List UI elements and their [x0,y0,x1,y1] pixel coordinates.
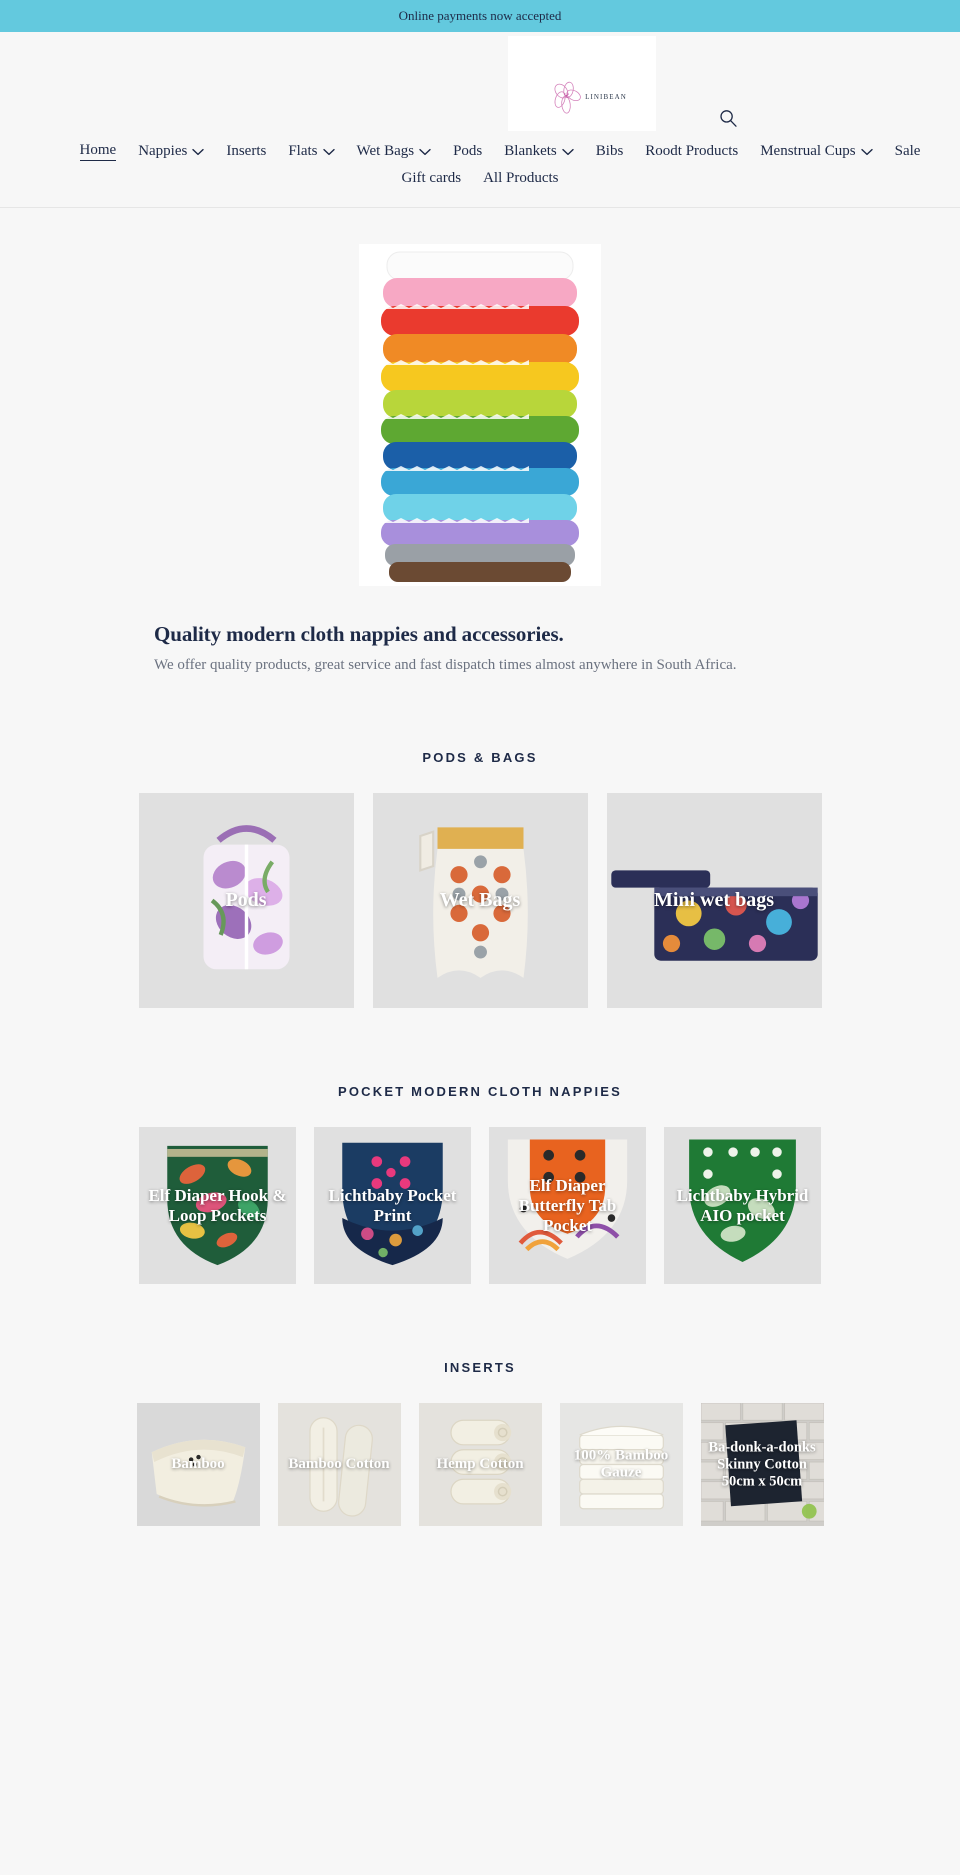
announcement-bar: Online payments now accepted [0,0,960,32]
collection-card-row: Elf Diaper Hook & Loop Pockets Lichtbaby… [0,1127,960,1284]
collection-card-label: Elf Diaper Hook & Loop Pockets [148,1185,287,1225]
nav-item-label: Bibs [595,143,624,159]
page-bottom-spacer [0,1526,960,1556]
collection-section: POCKET MODERN CLOTH NAPPIES Elf Diaper H… [0,1008,960,1284]
nav-item-all-products[interactable]: All Products [472,168,569,189]
nav-item-flats[interactable]: Flats [277,141,345,162]
nav-item-label: Flats [288,143,318,159]
nav-item-label: Inserts [226,143,267,159]
logo-wordmark: LINIBEAN [585,93,627,101]
collection-sections: PODS & BAGS Pods Wet Bags Mini wet bags … [0,674,960,1526]
chevron-down-icon [419,148,431,155]
collection-card-label: Ba-donk-a-donks Skinny Cotton 50cm x 50c… [708,1438,816,1490]
collection-card[interactable]: Bamboo Cotton [277,1403,401,1526]
nav-item-label: Menstrual Cups [760,143,856,159]
chevron-down-icon [562,148,574,155]
nav-item-pods[interactable]: Pods [442,141,493,162]
chevron-down-icon [192,148,205,155]
nav-row-secondary: Gift cards All Products [0,168,960,189]
search-button[interactable] [718,108,738,128]
chevron-down-icon [322,148,335,155]
collection-section: PODS & BAGS Pods Wet Bags Mini wet bags [0,674,960,1008]
section-title: INSERTS [444,1360,516,1375]
nav-item-label: Blankets [504,143,557,159]
collection-card-label: Elf Diaper Butterfly Tab Pocket [518,1175,617,1235]
nav-item-wet-bags[interactable]: Wet Bags [346,141,443,162]
chevron-down-icon [860,148,873,155]
collection-card-row: Bamboo Bamboo Cotton Hemp Cotton 100% Ba… [0,1403,960,1526]
nav-item-label: Pods [453,143,483,159]
collection-card[interactable]: Elf Diaper Butterfly Tab Pocket [489,1127,646,1284]
main-navigation: Home Nappies Inserts Flats Wet Bags Pods Blank… [0,140,960,208]
nav-dropdown-toggle[interactable] [322,148,335,156]
collection-card-label: Bamboo [171,1455,225,1472]
nav-dropdown-toggle[interactable] [562,148,574,156]
nav-item-label: Home [79,142,117,161]
nav-item-label: Sale [894,143,921,159]
site-header: LINIBEAN [0,32,960,140]
nav-item-roodt-products[interactable]: Roodt Products [634,141,749,162]
collection-card-label: Bamboo Cotton [288,1455,390,1472]
nav-dropdown-toggle[interactable] [860,148,873,156]
nav-item-sale[interactable]: Sale [884,141,932,162]
nav-item-label: All Products [483,170,559,186]
collection-card[interactable]: Elf Diaper Hook & Loop Pockets [139,1127,296,1284]
flower-icon [554,81,581,114]
collection-card[interactable]: Ba-donk-a-donks Skinny Cotton 50cm x 50c… [700,1403,824,1526]
collection-card[interactable]: Hemp Cotton [418,1403,542,1526]
nav-item-inserts[interactable]: Inserts [215,141,277,162]
nav-dropdown-toggle[interactable] [192,148,205,156]
hero-section: Quality modern cloth nappies and accesso… [0,208,960,674]
nav-item-label: Nappies [138,143,188,159]
nav-item-bibs[interactable]: Bibs [585,141,635,162]
collection-card[interactable]: 100% Bamboo Gauze [559,1403,683,1526]
collection-card-label: Wet Bags [439,888,521,911]
hero-title: Quality modern cloth nappies and accesso… [154,622,564,646]
collection-card[interactable]: Lichtbaby Pocket Print [314,1127,471,1284]
collection-card[interactable]: Mini wet bags [606,793,822,1008]
nav-item-label: Gift cards [401,170,462,186]
collection-card-label: Lichtbaby Hybrid AIO pocket [676,1185,809,1225]
hero-image-wrapper [359,244,601,586]
search-icon [720,110,737,127]
collection-card[interactable]: Wet Bags [372,793,588,1008]
hero-text-block: Quality modern cloth nappies and accesso… [130,586,830,674]
collection-card-label: Pods [225,888,267,911]
hero-subtitle: We offer quality products, great service… [154,657,737,673]
nav-item-blankets[interactable]: Blankets [493,141,585,162]
nav-item-nappies[interactable]: Nappies [127,141,215,162]
site-logo[interactable]: LINIBEAN [508,36,656,131]
logo-lockup: LINIBEAN [549,79,627,131]
collection-card[interactable]: Bamboo [136,1403,260,1526]
collection-card[interactable]: Lichtbaby Hybrid AIO pocket [664,1127,821,1284]
nav-item-menstrual-cups[interactable]: Menstrual Cups [749,141,883,162]
collection-card-label: Hemp Cotton [436,1455,524,1472]
collection-card-label: Mini wet bags [654,888,774,911]
collection-card[interactable]: Pods [138,793,354,1008]
nav-row-primary: Home Nappies Inserts Flats Wet Bags Pods Blank… [0,140,960,163]
collection-card-label: 100% Bamboo Gauze [573,1446,669,1481]
nav-item-label: Roodt Products [645,143,739,159]
announcement-text: Online payments now accepted [398,8,562,23]
nappy-stack-image [359,244,601,586]
nav-item-label: Wet Bags [356,143,415,159]
nav-item-gift-cards[interactable]: Gift cards [391,168,473,189]
collection-card-row: Pods Wet Bags Mini wet bags [0,793,960,1008]
nav-dropdown-toggle[interactable] [419,148,431,156]
section-title: POCKET MODERN CLOTH NAPPIES [337,1084,623,1099]
nav-item-home[interactable]: Home [69,140,128,163]
section-title: PODS & BAGS [422,750,538,765]
collection-section: INSERTS Bamboo Bamboo Cotton Hemp Cotton… [0,1284,960,1526]
collection-card-label: Lichtbaby Pocket Print [328,1185,457,1225]
